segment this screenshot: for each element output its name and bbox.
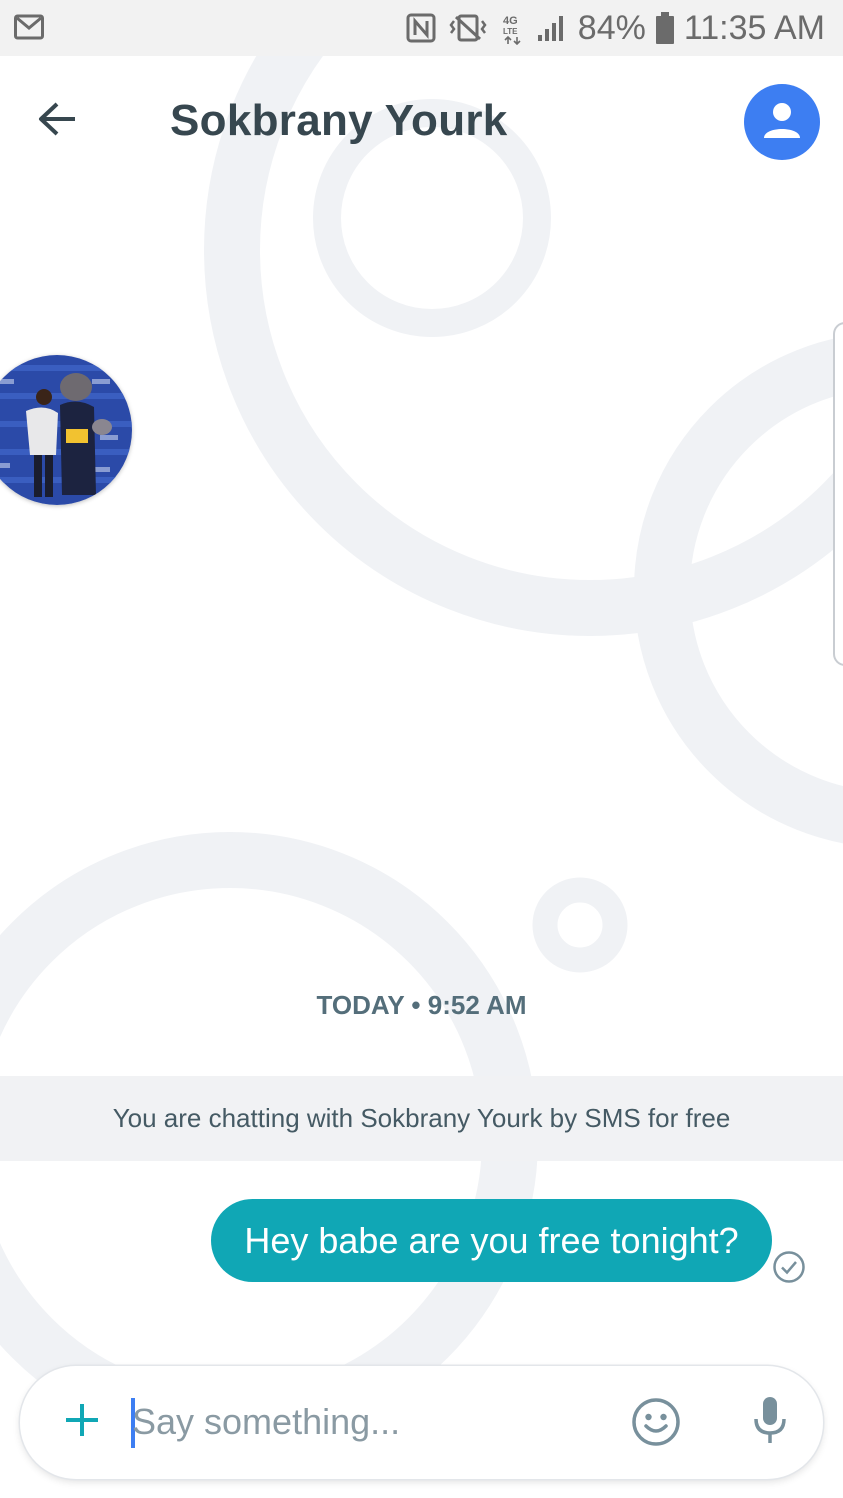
emoji-button[interactable]	[630, 1396, 682, 1448]
check-circle-icon	[772, 1250, 806, 1289]
gmail-icon	[14, 14, 44, 45]
4g-lte-icon: 4G LTE	[500, 11, 526, 45]
microphone-icon	[752, 1395, 788, 1450]
svg-text:LTE: LTE	[503, 27, 518, 36]
vibrate-icon	[446, 13, 490, 43]
date-separator: TODAY • 9:52 AM	[316, 990, 527, 1020]
back-button[interactable]	[30, 94, 84, 148]
sms-info-banner: You are chatting with Sokbrany Yourk by …	[0, 1076, 843, 1161]
conversation-header: Sokbrany Yourk	[0, 56, 843, 186]
smiley-icon	[630, 1398, 682, 1452]
person-icon	[762, 100, 802, 145]
arrow-left-icon	[37, 101, 77, 142]
message-input[interactable]	[132, 1392, 602, 1452]
signal-icon	[536, 13, 568, 43]
battery-icon	[655, 12, 674, 44]
voice-input-button[interactable]	[748, 1394, 792, 1450]
clock: 11:35 AM	[683, 8, 825, 47]
sms-info-text: You are chatting with Sokbrany Yourk by …	[112, 1103, 731, 1133]
add-attachment-button[interactable]	[56, 1396, 108, 1448]
contact-name-title: Sokbrany Yourk	[170, 96, 508, 145]
outgoing-message-bubble[interactable]: Hey babe are you free tonight?	[211, 1199, 772, 1282]
message-composer	[20, 1366, 823, 1479]
plus-icon	[64, 1402, 100, 1443]
status-bar: 4G LTE 84% 11:35 AM	[0, 0, 843, 56]
message-text: Hey babe are you free tonight?	[244, 1219, 739, 1261]
nfc-icon	[406, 13, 436, 43]
edge-panel-handle[interactable]	[833, 322, 843, 666]
contact-details-button[interactable]	[744, 84, 820, 160]
svg-text:4G: 4G	[503, 15, 518, 27]
battery-percent: 84%	[577, 8, 646, 47]
